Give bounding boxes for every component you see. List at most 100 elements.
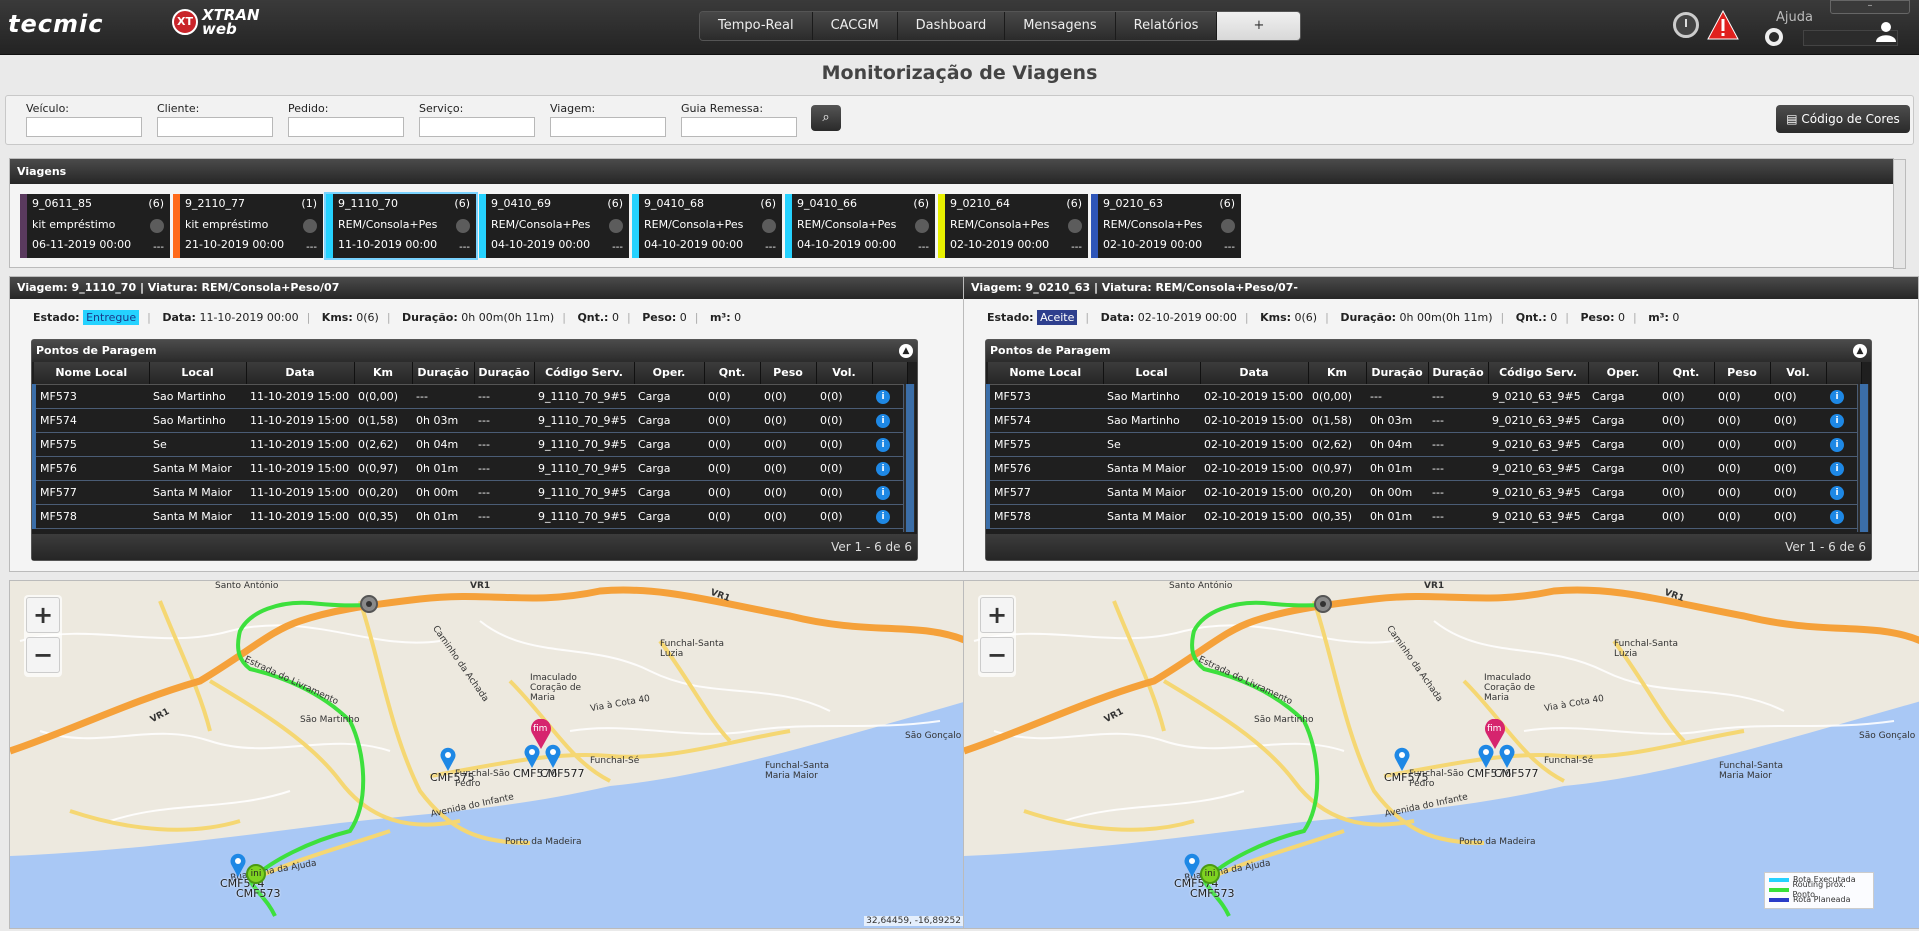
column-header[interactable]: Local	[149, 362, 247, 385]
trips-scrollbar[interactable]	[1893, 159, 1906, 269]
stop-marker-icon[interactable]	[1184, 853, 1200, 877]
arrow-icon[interactable]	[915, 219, 929, 233]
color-codes-button[interactable]: ▤ Código de Cores	[1776, 105, 1910, 133]
info-icon[interactable]: i	[876, 509, 890, 524]
nav-relatorios[interactable]: Relatórios	[1115, 12, 1218, 40]
stop-marker-icon[interactable]	[440, 747, 456, 771]
table-row[interactable]: MF575 Se 02-10-2019 15:00 0(2,62) 0h 04m --- 9…	[986, 432, 1861, 457]
info-icon[interactable]: i	[876, 461, 890, 476]
column-header[interactable]: Km	[1308, 362, 1367, 385]
table-row[interactable]: MF576 Santa M Maior 11-10-2019 15:00 0(0,97…	[32, 456, 907, 481]
column-header[interactable]: Duração	[1366, 362, 1429, 385]
column-header[interactable]: Qnt.	[704, 362, 761, 385]
collapse-icon[interactable]: ▲	[1853, 344, 1867, 358]
filter-veiculo-input[interactable]	[26, 117, 142, 137]
column-header[interactable]: Data	[1200, 362, 1309, 385]
zoom-in-button[interactable]: +	[980, 597, 1014, 633]
help-link[interactable]: Ajuda	[1776, 10, 1813, 25]
info-icon[interactable]: i	[1830, 485, 1844, 500]
nav-more[interactable]: +	[1217, 12, 1301, 40]
stop-marker-icon[interactable]	[1499, 744, 1515, 768]
arrow-icon[interactable]	[456, 219, 470, 233]
info-icon[interactable]: i	[1830, 509, 1844, 524]
nav-mensagens[interactable]: Mensagens	[1005, 12, 1116, 40]
info-icon[interactable]: i	[876, 485, 890, 500]
column-header[interactable]: Duração	[474, 362, 535, 385]
filter-viagem-input[interactable]	[550, 117, 666, 137]
column-header[interactable]: Peso	[1714, 362, 1771, 385]
table-row[interactable]: MF578 Santa M Maior 11-10-2019 15:00 0(0,35…	[32, 504, 907, 529]
column-header[interactable]: Duração	[1428, 362, 1489, 385]
column-header[interactable]: Vol.	[1770, 362, 1827, 385]
column-header[interactable]: Oper.	[634, 362, 705, 385]
stop-marker-icon[interactable]	[524, 744, 540, 768]
arrow-icon[interactable]	[150, 219, 164, 233]
filter-guia-remessa-input[interactable]	[681, 117, 797, 137]
column-header[interactable]: Data	[246, 362, 355, 385]
alarm-clock-icon[interactable]	[1673, 12, 1699, 38]
route-map-left[interactable]: + − Santo António São Martinho Caminho da Ac…	[9, 580, 966, 929]
nav-tempo-real[interactable]: Tempo-Real	[700, 12, 813, 40]
user-icon[interactable]	[1875, 20, 1897, 42]
info-icon[interactable]: i	[876, 413, 890, 428]
arrow-icon[interactable]	[1221, 219, 1235, 233]
trip-card[interactable]: 9_0210_64 (6) REM/Consola+Pes 02-10-2019 00…	[938, 194, 1088, 258]
stop-marker-icon[interactable]	[545, 744, 561, 768]
column-header[interactable]: Qnt.	[1658, 362, 1715, 385]
table-row[interactable]: MF573 Sao Martinho 11-10-2019 15:00 0(0,00)…	[32, 384, 907, 409]
stop-marker-icon[interactable]	[1394, 747, 1410, 771]
zoom-out-button[interactable]: −	[26, 637, 60, 673]
trip-card[interactable]: 9_0611_85 (6) kit empréstimo 06-11-2019 00:…	[20, 194, 170, 258]
trip-card[interactable]: 9_0410_66 (6) REM/Consola+Pes 04-10-2019 00…	[785, 194, 935, 258]
table-row[interactable]: MF576 Santa M Maior 02-10-2019 15:00 0(0,97…	[986, 456, 1861, 481]
info-icon[interactable]: i	[876, 437, 890, 452]
column-header[interactable]: Local	[1103, 362, 1201, 385]
info-icon[interactable]: i	[1830, 437, 1844, 452]
stops-scrollbar[interactable]	[1857, 384, 1869, 532]
trip-card[interactable]: 9_2110_77 (1) kit empréstimo 21-10-2019 00:…	[173, 194, 323, 258]
lifebuoy-icon[interactable]	[1765, 28, 1783, 46]
arrow-icon[interactable]	[609, 219, 623, 233]
stops-scrollbar[interactable]	[903, 384, 915, 532]
column-header[interactable]: Código Serv.	[1488, 362, 1589, 385]
window-minimize-button[interactable]: –	[1830, 0, 1910, 14]
info-icon[interactable]: i	[876, 389, 890, 404]
column-header[interactable]: Nome Local	[988, 362, 1104, 385]
trip-card[interactable]: 9_1110_70 (6) REM/Consola+Pes 11-10-2019 00…	[326, 194, 476, 258]
table-row[interactable]: MF575 Se 11-10-2019 15:00 0(2,62) 0h 04m --- 9…	[32, 432, 907, 457]
table-row[interactable]: MF578 Santa M Maior 02-10-2019 15:00 0(0,35…	[986, 504, 1861, 529]
zoom-out-button[interactable]: −	[980, 637, 1014, 673]
info-icon[interactable]: i	[1830, 413, 1844, 428]
filter-pedido-input[interactable]	[288, 117, 404, 137]
column-header[interactable]: Peso	[760, 362, 817, 385]
filter-servico-input[interactable]	[419, 117, 535, 137]
column-header[interactable]	[1826, 362, 1862, 385]
info-icon[interactable]: i	[1830, 389, 1844, 404]
info-icon[interactable]: i	[1830, 461, 1844, 476]
table-row[interactable]: MF573 Sao Martinho 02-10-2019 15:00 0(0,00)…	[986, 384, 1861, 409]
table-row[interactable]: MF574 Sao Martinho 11-10-2019 15:00 0(1,58)…	[32, 408, 907, 433]
start-marker-label[interactable]: ini	[246, 864, 266, 884]
column-header[interactable]: Oper.	[1588, 362, 1659, 385]
column-header[interactable]: Código Serv.	[534, 362, 635, 385]
table-row[interactable]: MF577 Santa M Maior 02-10-2019 15:00 0(0,20…	[986, 480, 1861, 505]
arrow-icon[interactable]	[762, 219, 776, 233]
zoom-in-button[interactable]: +	[26, 597, 60, 633]
trip-card[interactable]: 9_0410_68 (6) REM/Consola+Pes 04-10-2019 00…	[632, 194, 782, 258]
stop-marker-icon[interactable]	[230, 853, 246, 877]
column-header[interactable]: Nome Local	[34, 362, 150, 385]
table-row[interactable]: MF574 Sao Martinho 02-10-2019 15:00 0(1,58)…	[986, 408, 1861, 433]
collapse-icon[interactable]: ▲	[899, 344, 913, 358]
start-marker-label[interactable]: ini	[1200, 864, 1220, 884]
route-map-right[interactable]: + − Santo António São Martinho Caminho da Ac…	[963, 580, 1919, 929]
arrow-icon[interactable]	[303, 219, 317, 233]
warning-icon[interactable]	[1707, 10, 1739, 40]
arrow-icon[interactable]	[1068, 219, 1082, 233]
table-row[interactable]: MF577 Santa M Maior 11-10-2019 15:00 0(0,20…	[32, 480, 907, 505]
trip-card[interactable]: 9_0210_63 (6) REM/Consola+Pes 02-10-2019 00…	[1091, 194, 1241, 258]
search-button[interactable]: ⌕	[811, 105, 841, 131]
trip-card[interactable]: 9_0410_69 (6) REM/Consola+Pes 04-10-2019 00…	[479, 194, 629, 258]
stop-marker-icon[interactable]	[1478, 744, 1494, 768]
column-header[interactable]: Duração	[412, 362, 475, 385]
nav-cacgm[interactable]: CACGM	[812, 12, 898, 40]
